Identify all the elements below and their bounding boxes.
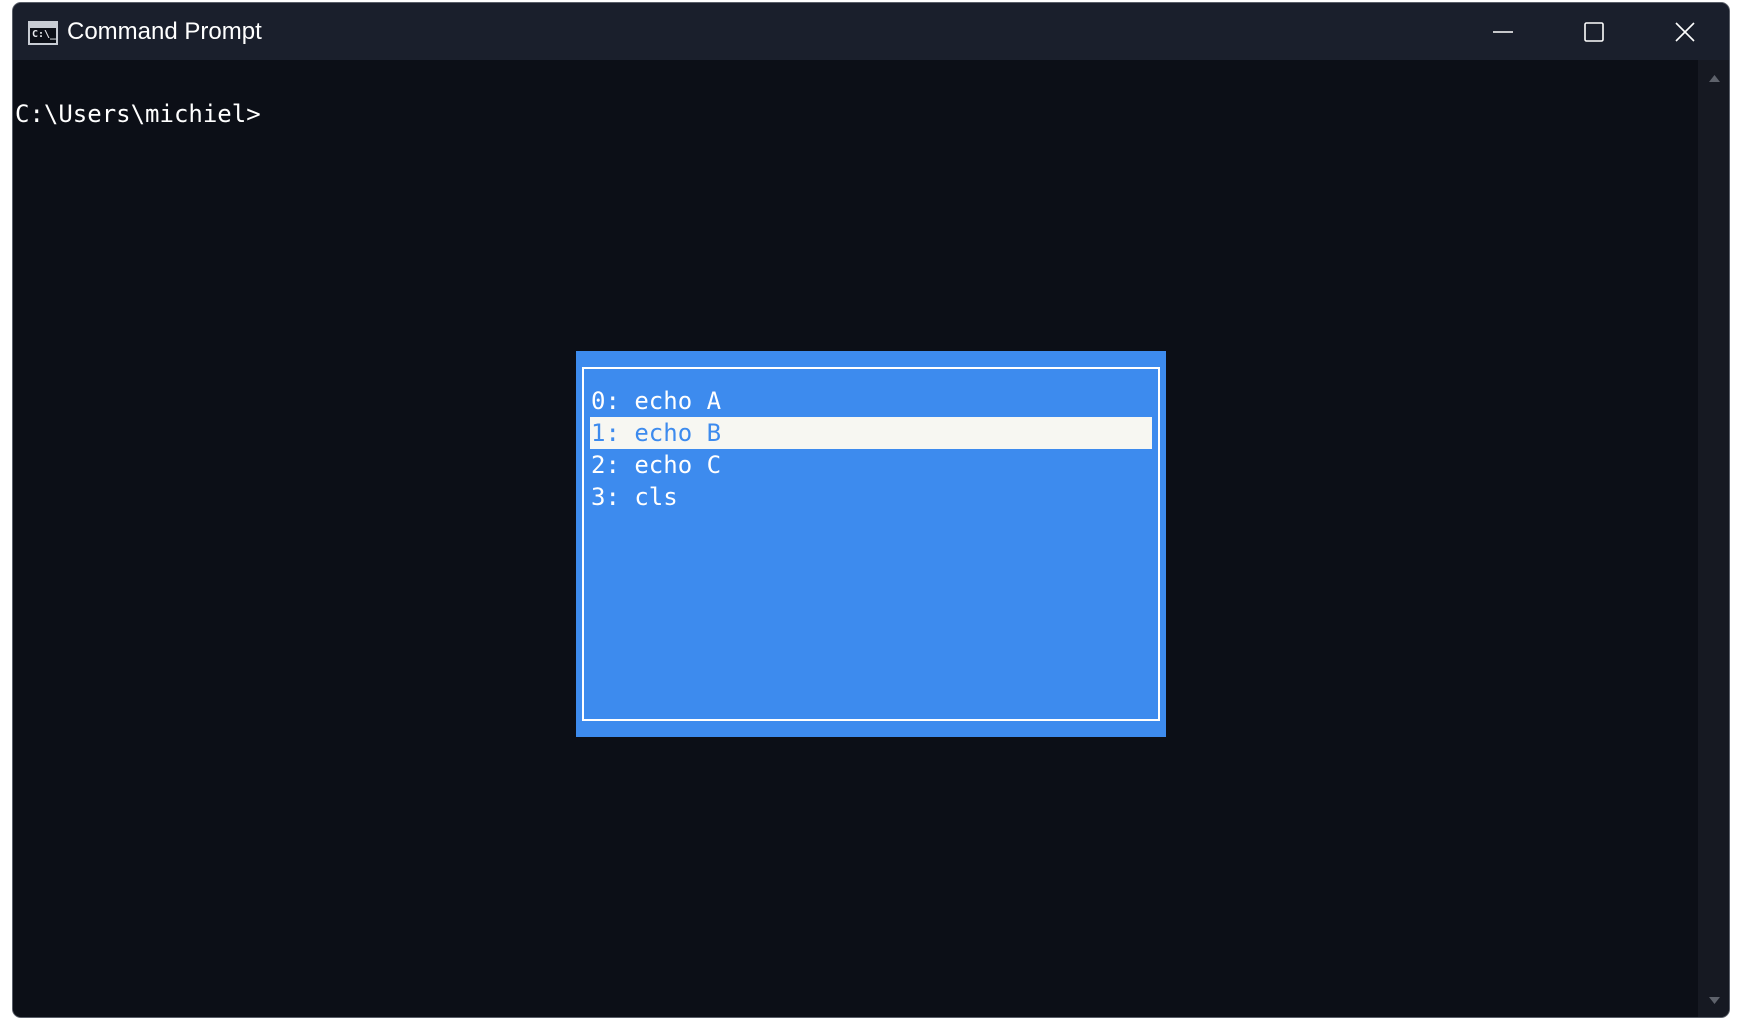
maximize-button[interactable] [1549, 3, 1639, 60]
close-button[interactable] [1640, 3, 1729, 60]
cmd-icon[interactable]: C:\_ [28, 21, 58, 45]
history-item-selected[interactable]: 1: echo B [590, 417, 1152, 449]
command-prompt-line: C:\Users\michiel> [15, 100, 261, 128]
triangle-up-icon [1709, 75, 1720, 82]
scroll-down-button[interactable] [1698, 987, 1729, 1013]
minimize-button[interactable] [1458, 3, 1548, 60]
maximize-icon [1584, 22, 1604, 42]
window-title: Command Prompt [67, 18, 262, 45]
scroll-up-button[interactable] [1698, 66, 1729, 92]
triangle-down-icon [1709, 997, 1720, 1004]
history-item[interactable]: 3: cls [590, 481, 1152, 513]
command-history-popup: 0: echo A 1: echo B 2: echo C 3: cls [576, 351, 1166, 737]
history-list: 0: echo A 1: echo B 2: echo C 3: cls [590, 385, 1152, 513]
vertical-scrollbar[interactable] [1698, 60, 1729, 1017]
title-bar[interactable]: C:\_ Command Prompt [13, 3, 1729, 60]
history-item[interactable]: 2: echo C [590, 449, 1152, 481]
minimize-icon [1493, 31, 1513, 33]
command-prompt-window: C:\_ Command Prompt C:\Users\michiel> 0:… [12, 2, 1730, 1018]
cmd-icon-text: C:\_ [32, 29, 57, 40]
close-icon [1675, 22, 1695, 42]
cmd-icon-bar [30, 23, 56, 28]
history-item[interactable]: 0: echo A [590, 385, 1152, 417]
